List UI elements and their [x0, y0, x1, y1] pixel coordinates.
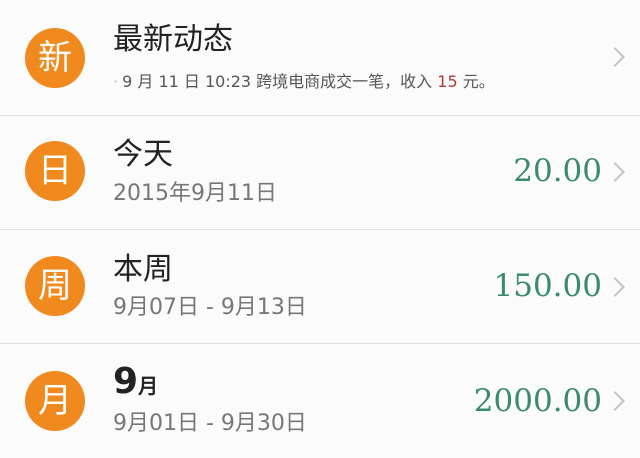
new-badge-icon: 新	[25, 28, 85, 88]
chevron-right-icon	[605, 162, 625, 182]
month-title: 9月	[113, 364, 158, 404]
today-amount: 20.00	[513, 153, 602, 189]
chevron-right-icon	[605, 391, 625, 411]
news-amount: 15	[437, 72, 458, 91]
week-badge-icon: 周	[25, 256, 85, 316]
latest-news-title: 最新动态	[113, 22, 233, 57]
month-row[interactable]: 月 9月 9月01日 - 9月30日 2000.00	[0, 344, 640, 458]
month-number: 9	[113, 361, 139, 402]
news-suffix: 元。	[462, 72, 495, 91]
month-badge-icon: 月	[25, 371, 85, 431]
today-date: 2015年9月11日	[113, 181, 277, 206]
latest-news-message: · 9 月 11 日 10:23 跨境电商成交一笔，收入 15 元。	[113, 72, 495, 92]
chevron-right-icon	[605, 277, 625, 297]
chevron-right-icon	[605, 47, 625, 67]
month-unit: 月	[138, 374, 159, 398]
week-title: 本周	[113, 252, 173, 287]
week-row[interactable]: 周 本周 9月07日 - 9月13日 150.00	[0, 230, 640, 344]
income-summary-list: 新 最新动态 · 9 月 11 日 10:23 跨境电商成交一笔，收入 15 元。…	[0, 0, 640, 458]
latest-news-row[interactable]: 新 最新动态 · 9 月 11 日 10:23 跨境电商成交一笔，收入 15 元。	[0, 0, 640, 116]
week-range: 9月07日 - 9月13日	[113, 295, 307, 320]
today-row[interactable]: 日 今天 2015年9月11日 20.00	[0, 116, 640, 230]
today-title: 今天	[113, 137, 173, 172]
week-amount: 150.00	[493, 268, 602, 304]
month-range: 9月01日 - 9月30日	[113, 411, 307, 436]
month-amount: 2000.00	[473, 383, 602, 419]
day-badge-icon: 日	[25, 141, 85, 201]
news-bullet: ·	[113, 72, 119, 91]
news-text: 9 月 11 日 10:23 跨境电商成交一笔，收入	[122, 72, 433, 91]
